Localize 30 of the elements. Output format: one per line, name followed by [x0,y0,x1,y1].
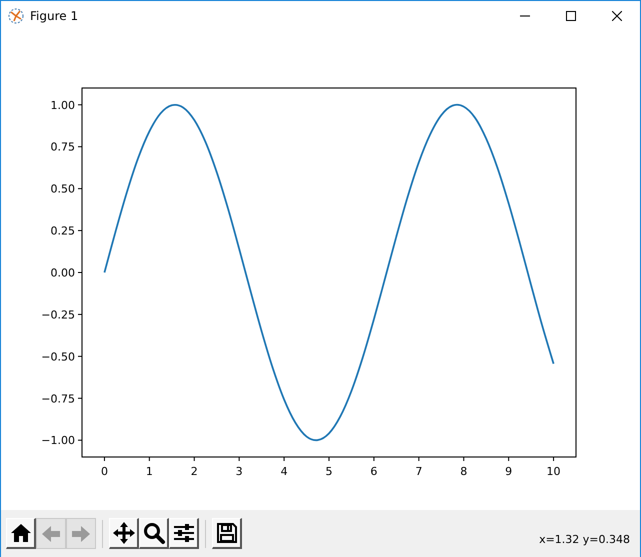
maximize-icon [566,11,576,21]
y-tick-label: −0.25 [41,308,75,322]
window-title: Figure 1 [30,8,78,25]
coordinates-readout: x=1.32 y=0.348 [539,532,630,548]
app-icon [8,8,24,24]
x-tick-label: 0 [100,465,108,478]
x-tick-label: 5 [326,465,332,478]
search-icon [142,521,166,545]
x-tick-label: 1 [146,465,153,478]
y-tick-label: 0.00 [50,266,75,280]
y-tick-label: 0.25 [50,224,75,238]
home-icon [8,521,32,545]
y-tick-label: 1.00 [50,98,75,112]
move-icon [112,521,136,545]
y-tick-label: −0.75 [41,392,75,406]
y-tick-label: −1.00 [41,434,75,448]
x-tick-label: 2 [190,465,198,478]
close-icon [612,11,622,21]
sliders-icon [172,521,196,545]
x-tick-label: 6 [370,465,378,478]
x-tick-label: 8 [460,465,468,478]
x-tick-label: 10 [546,465,561,478]
y-tick-label: 0.75 [50,140,75,154]
x-tick-label: 4 [280,465,288,478]
save-icon [214,521,238,545]
x-tick-label: 9 [505,465,512,478]
y-tick-label: 0.50 [50,182,75,196]
x-tick-label: 7 [415,465,422,478]
x-tick-label: 3 [236,465,243,478]
y-tick-label: −0.50 [41,350,75,364]
